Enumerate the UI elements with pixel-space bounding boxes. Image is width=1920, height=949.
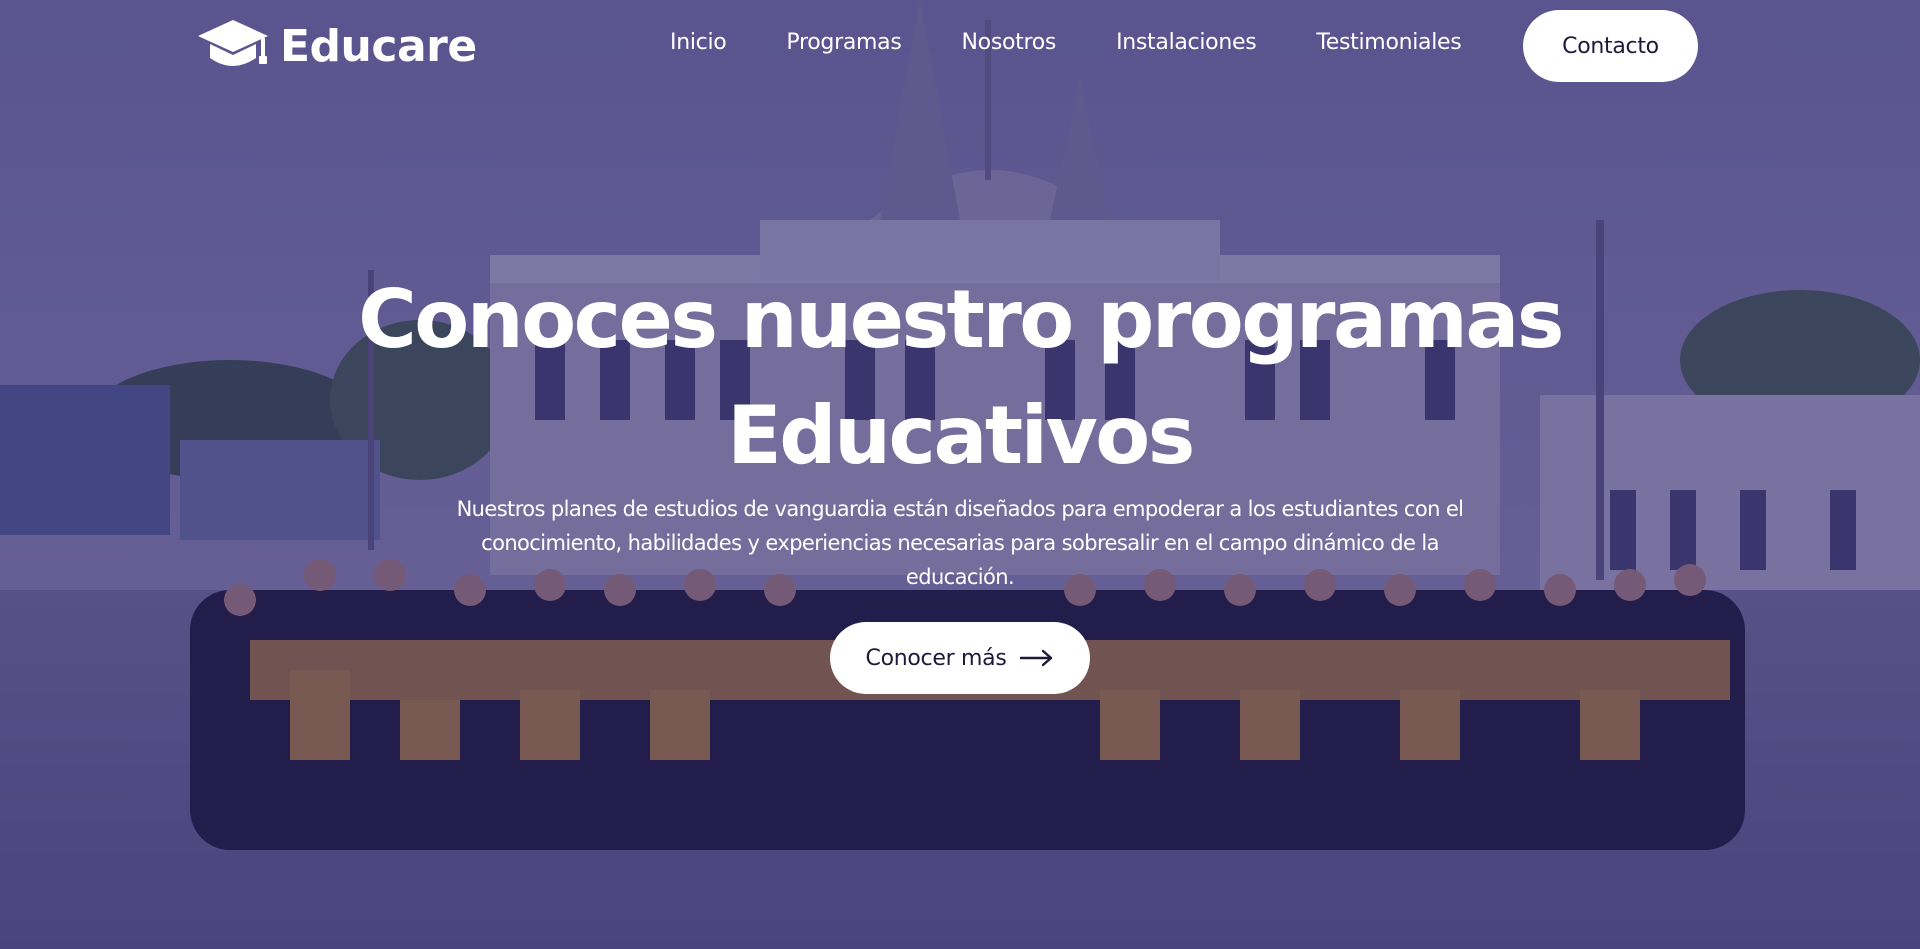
nav-link-testimoniales[interactable]: Testimoniales [1316, 30, 1461, 55]
contact-button[interactable]: Contacto [1523, 10, 1698, 82]
graduation-cap-icon [198, 20, 268, 66]
learn-more-label: Conocer más [865, 645, 1007, 671]
hero-title: Conoces nuestro programas Educativos [0, 262, 1920, 494]
nav-link-instalaciones[interactable]: Instalaciones [1116, 30, 1257, 55]
arrow-right-icon [1020, 649, 1053, 667]
top-navbar: Educare Inicio Programas Nosotros Instal… [0, 0, 1920, 92]
nav-link-inicio[interactable]: Inicio [670, 30, 727, 55]
hero-title-line-1: Conoces nuestro programas [358, 273, 1564, 366]
hero-title-line-2: Educativos [727, 389, 1195, 482]
nav-menu: Inicio Programas Nosotros Instalaciones … [670, 30, 1462, 55]
nav-link-nosotros[interactable]: Nosotros [962, 30, 1057, 55]
learn-more-button[interactable]: Conocer más [830, 622, 1090, 694]
hero-section: Educare Inicio Programas Nosotros Instal… [0, 0, 1920, 949]
hero-description: Nuestros planes de estudios de vanguardi… [456, 497, 1464, 589]
brand-name: Educare [280, 20, 477, 72]
brand-logo[interactable]: Educare [196, 18, 477, 74]
nav-link-programas[interactable]: Programas [786, 30, 901, 55]
